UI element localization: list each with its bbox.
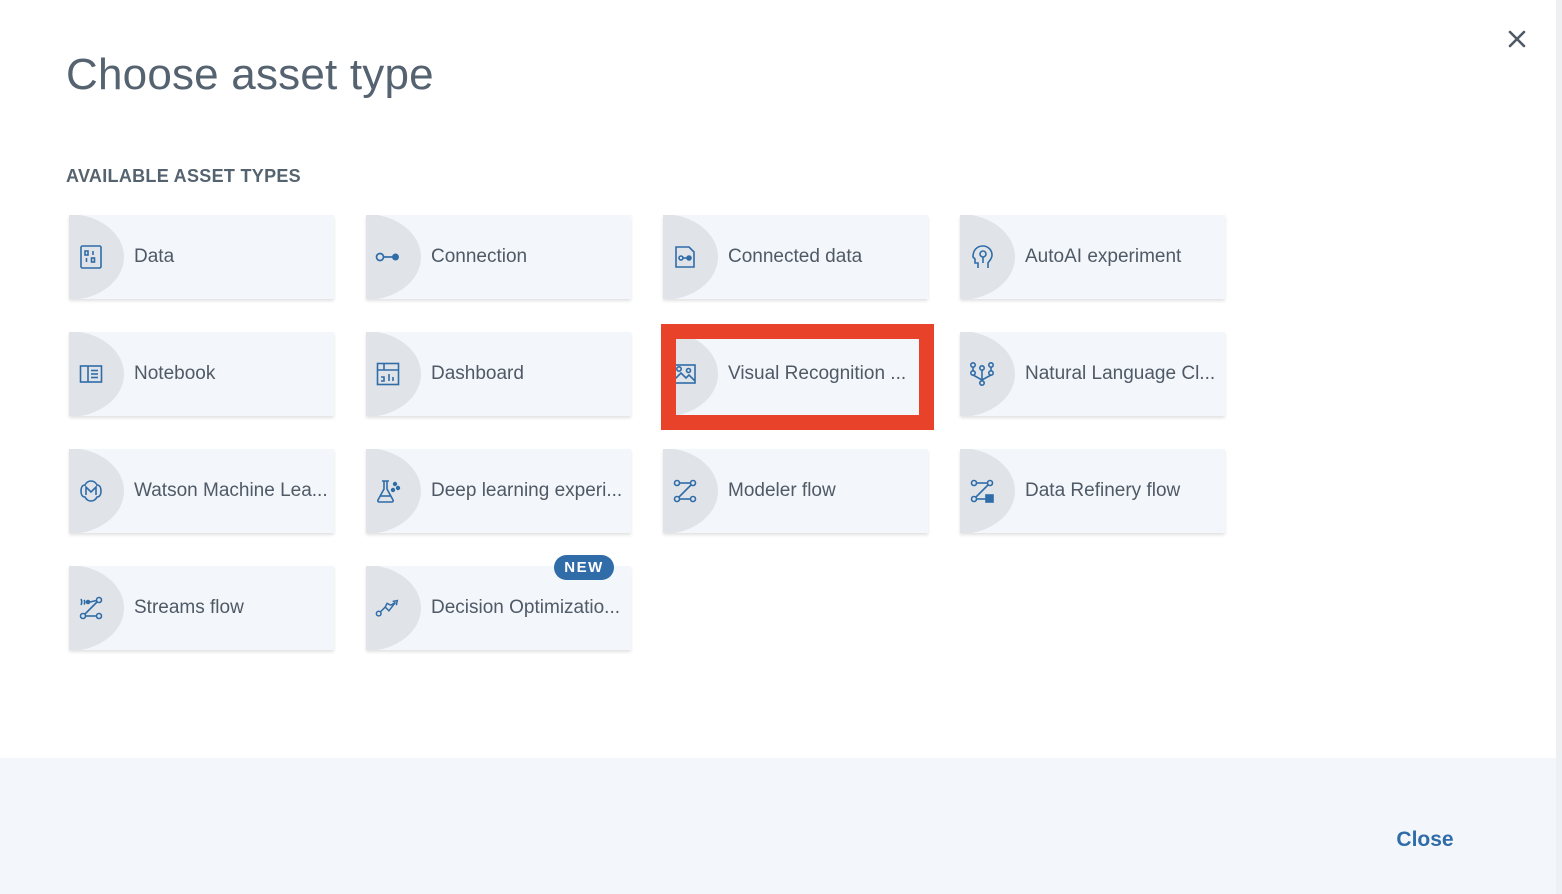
page-edge (1556, 0, 1562, 894)
dashboard-icon (375, 361, 401, 387)
tile-label: Visual Recognition ... (728, 363, 907, 384)
tile-label: Deep learning experi... (431, 480, 623, 501)
tile-label: Connected data (728, 246, 863, 267)
close-button[interactable]: Close (1380, 818, 1470, 862)
dialog-title: Choose asset type (66, 50, 434, 99)
connected-data-icon (672, 244, 698, 270)
streams-flow-icon (78, 595, 104, 621)
tile-label: Notebook (134, 363, 216, 384)
tile-label: Data (134, 246, 175, 267)
autoai-icon (969, 244, 995, 270)
tile-label: Data Refinery flow (1025, 480, 1181, 501)
flask-icon (375, 478, 401, 504)
decision-optimization-icon (375, 595, 401, 621)
visual-recognition-icon (672, 361, 698, 387)
dialog-footer (0, 758, 1556, 894)
tile-label: Watson Machine Lea... (134, 480, 326, 501)
tile-data-refinery-flow[interactable]: Data Refinery flow (960, 449, 1225, 533)
tile-data[interactable]: Data (69, 215, 334, 299)
tile-label: Streams flow (134, 597, 244, 618)
tile-autoai-experiment[interactable]: AutoAI experiment (960, 215, 1225, 299)
tile-label: Modeler flow (728, 480, 836, 501)
tile-connection[interactable]: Connection (366, 215, 631, 299)
close-icon (1508, 30, 1526, 48)
tile-notebook[interactable]: Notebook (69, 332, 334, 416)
tile-label: Dashboard (431, 363, 524, 384)
tile-streams-flow[interactable]: Streams flow (69, 566, 334, 650)
tile-modeler-flow[interactable]: Modeler flow (663, 449, 928, 533)
data-refinery-icon (969, 478, 995, 504)
new-badge: NEW (554, 555, 614, 580)
close-x-button[interactable] (1502, 24, 1532, 54)
asset-type-dialog: Choose asset type AVAILABLE ASSET TYPES … (0, 0, 1556, 894)
tile-natural-language-classifier[interactable]: Natural Language Cl... (960, 332, 1225, 416)
connection-icon (375, 244, 401, 270)
machine-learning-icon (78, 478, 104, 504)
tile-label: Natural Language Cl... (1025, 363, 1216, 384)
data-icon (78, 244, 104, 270)
notebook-icon (78, 361, 104, 387)
tile-deep-learning-experiment[interactable]: Deep learning experi... (366, 449, 631, 533)
tile-visual-recognition[interactable]: Visual Recognition ... (663, 332, 928, 416)
tile-dashboard[interactable]: Dashboard (366, 332, 631, 416)
section-label: AVAILABLE ASSET TYPES (66, 166, 301, 186)
modeler-flow-icon (672, 478, 698, 504)
tile-watson-machine-learning[interactable]: Watson Machine Lea... (69, 449, 334, 533)
natural-language-icon (969, 361, 995, 387)
tile-connected-data[interactable]: Connected data (663, 215, 928, 299)
tile-label: Connection (431, 246, 528, 267)
tile-label: AutoAI experiment (1025, 246, 1182, 267)
